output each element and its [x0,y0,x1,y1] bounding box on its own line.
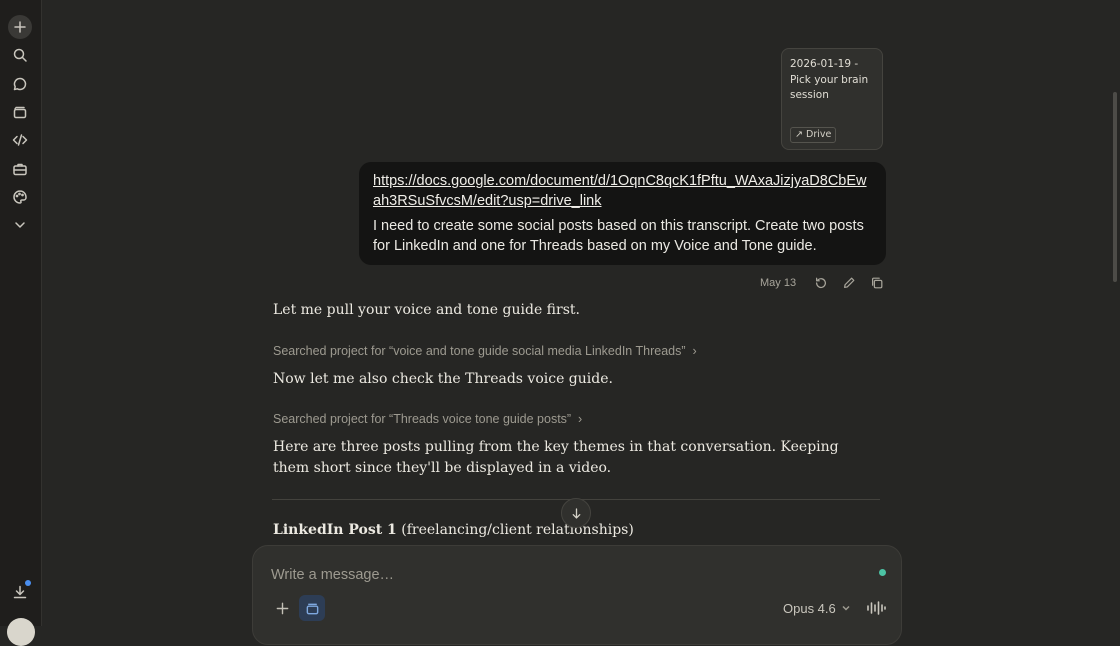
new-chat-button[interactable] [8,15,32,39]
chats-button[interactable] [8,72,32,96]
post-heading-bold: LinkedIn Post 1 [273,522,397,538]
model-name: Opus 4.6 [783,600,836,616]
post-heading-rest: (freelancing/client relationships) [396,522,634,538]
model-selector[interactable]: Opus 4.6 [783,599,851,617]
user-message: https://docs.google.com/document/d/1OqnC… [359,162,886,265]
search-button[interactable] [8,43,32,67]
folder-stack-icon [306,603,318,614]
assistant-text-1: Let me pull your voice and tone guide fi… [273,302,580,318]
projects-button[interactable] [8,100,32,124]
folder-stack-icon [13,106,27,119]
artifacts-button[interactable] [8,185,32,209]
add-attachment-button[interactable] [269,595,295,621]
attachment-title: 2026-01-19 - Pick your brain session [790,58,869,101]
code-button[interactable] [8,128,32,152]
chat-bubble-icon [13,77,27,91]
search-result-label-2: Searched project for “Threads voice tone… [273,412,572,426]
message-link[interactable]: https://docs.google.com/document/d/1OqnC… [373,172,872,211]
assistant-text-2: Now let me also check the Threads voice … [273,371,613,387]
attachment-source-badge: ↗ Drive [790,127,837,143]
retry-button[interactable] [807,274,835,292]
chevron-down-icon [15,222,25,228]
toolbox-icon [13,163,27,176]
chevron-right-icon: › [689,344,697,358]
avatar[interactable] [7,618,35,646]
expand-sidebar-button[interactable] [8,213,32,237]
attachment-source-label: Drive [806,129,832,140]
palette-icon [13,190,27,204]
attachment-card[interactable]: 2026-01-19 - Pick your brain session ↗ D… [781,48,883,150]
composer: Opus 4.6 [252,545,902,645]
waveform-icon [867,601,886,615]
copy-icon [872,277,883,289]
message-date: May 13 [760,277,797,289]
scrollbar[interactable] [1113,92,1117,282]
message-text: I need to create some social posts based… [373,218,864,254]
chevron-right-icon: › [574,412,583,426]
sidebar [0,0,42,646]
message-input[interactable] [271,565,851,585]
pencil-icon [844,277,855,288]
code-icon [12,134,28,146]
arrow-down-icon [572,507,580,519]
search-result-row-1[interactable]: Searched project for “voice and tone gui… [273,344,863,358]
download-icon [13,585,27,599]
message-actions: May 13 [760,274,891,292]
voice-mode-button[interactable] [863,597,889,619]
project-button[interactable] [299,595,325,621]
copy-button[interactable] [863,274,891,292]
assistant-text-3: Here are three posts pulling from the ke… [273,439,839,476]
chevron-down-icon [842,605,850,611]
tools-button[interactable] [8,157,32,181]
search-icon [13,48,27,62]
edit-button[interactable] [835,274,863,292]
external-link-icon: ↗ [795,129,803,140]
search-result-row-2[interactable]: Searched project for “Threads voice tone… [273,412,863,426]
retry-icon [816,277,827,289]
status-dot [879,569,886,576]
notification-dot [25,580,31,586]
search-result-label-1: Searched project for “voice and tone gui… [273,344,686,358]
scroll-to-bottom-button[interactable] [561,498,591,528]
plus-icon [276,602,288,614]
plus-icon [14,21,26,33]
